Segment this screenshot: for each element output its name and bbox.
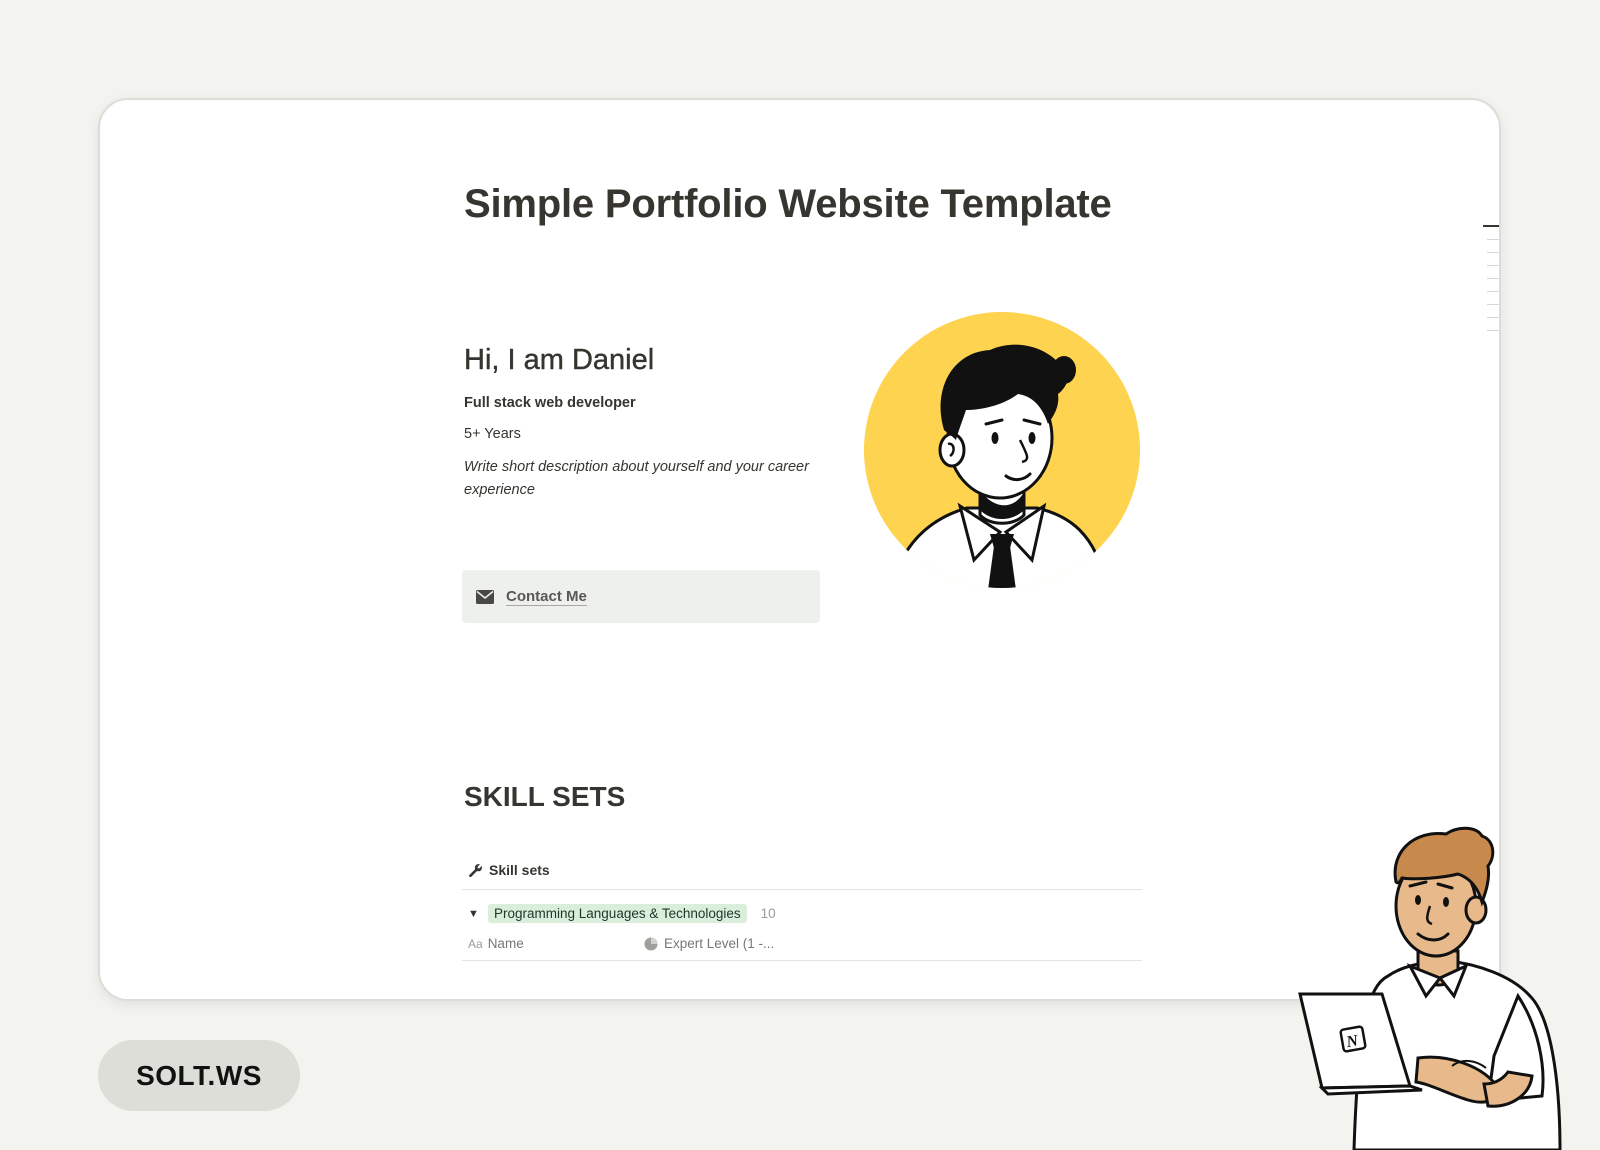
toc-line[interactable] — [1487, 317, 1499, 318]
profile-avatar — [864, 312, 1140, 588]
profile-description: Write short description about yourself a… — [464, 459, 809, 498]
database-title[interactable]: Skill sets — [468, 862, 550, 878]
experience-years: 5+ Years — [464, 426, 521, 442]
name-column-label: Name — [487, 936, 524, 951]
expert-level-column-label: Expert Level (1 -... — [664, 936, 775, 951]
greeting-heading: Hi, I am Daniel — [464, 344, 655, 376]
toc-line[interactable] — [1487, 252, 1499, 253]
divider — [462, 889, 1142, 890]
divider — [462, 960, 1142, 961]
toc-line[interactable] — [1487, 304, 1499, 305]
group-count: 10 — [760, 906, 776, 921]
toc-line[interactable] — [1487, 330, 1499, 331]
database-title-label: Skill sets — [489, 862, 550, 878]
toc-line[interactable] — [1487, 278, 1499, 279]
name-column-header[interactable]: Aa Name — [468, 936, 644, 951]
page-title: Simple Portfolio Website Template — [464, 182, 1112, 226]
property-header-row: Aa Name Expert Level (1 -... — [468, 936, 1142, 951]
skill-sets-heading: SKILL SETS — [464, 781, 626, 812]
notion-page-window: Simple Portfolio Website Template Hi, I … — [98, 98, 1501, 1001]
mascot-illustration: N — [1298, 826, 1562, 1150]
pie-chart-icon — [644, 937, 658, 950]
toc-line[interactable] — [1487, 265, 1499, 266]
wrench-icon — [469, 863, 482, 877]
envelope-icon — [476, 589, 494, 604]
toc-line[interactable] — [1487, 239, 1499, 240]
table-of-contents-indicator[interactable] — [1483, 225, 1499, 343]
expert-level-column-header[interactable]: Expert Level (1 -... — [644, 936, 774, 951]
group-header-row[interactable]: ▼ Programming Languages & Technologies 1… — [468, 904, 776, 923]
text-property-icon: Aa — [468, 936, 483, 951]
toc-line[interactable] — [1487, 291, 1499, 292]
contact-me-label: Contact Me — [506, 587, 587, 606]
stage: Simple Portfolio Website Template Hi, I … — [0, 0, 1600, 1150]
toc-line[interactable] — [1483, 225, 1499, 227]
contact-me-button[interactable]: Contact Me — [462, 570, 820, 623]
notion-logo-icon: N — [1339, 1025, 1367, 1053]
triangle-down-icon[interactable]: ▼ — [468, 908, 480, 920]
brand-badge: SOLT.WS — [98, 1040, 300, 1111]
job-title: Full stack web developer — [464, 395, 636, 411]
group-tag: Programming Languages & Technologies — [488, 904, 747, 923]
